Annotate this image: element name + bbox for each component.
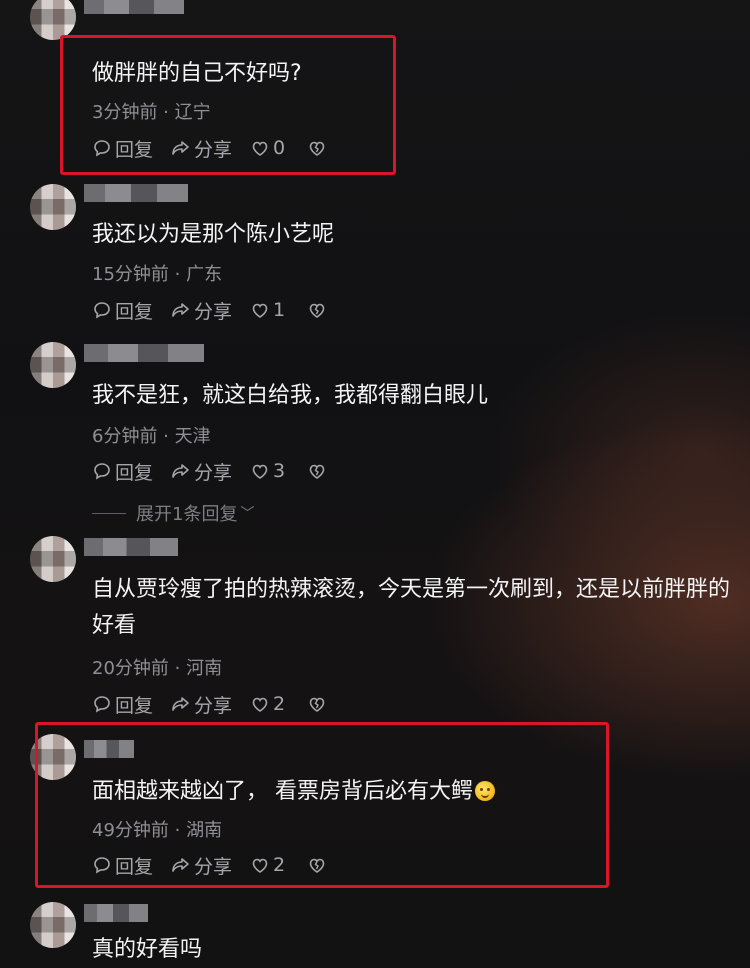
reply-button[interactable]: 回复 [92,691,153,718]
like-button[interactable]: 1 [250,299,285,321]
username-blurred[interactable] [84,538,178,556]
like-count: 2 [273,693,286,715]
like-button[interactable]: 2 [250,854,285,876]
heart-icon [252,464,268,479]
reply-label: 回复 [115,694,154,717]
dislike-button[interactable] [307,461,330,481]
like-button[interactable]: 2 [250,693,285,715]
share-button[interactable]: 分享 [171,458,232,485]
expand-replies-label: 展开1条回复 [136,504,238,525]
comment-bubble-icon [94,857,110,874]
username-blurred[interactable] [84,0,184,14]
username-blurred[interactable] [84,740,134,758]
avatar[interactable] [30,536,76,582]
reply-label: 回复 [115,300,154,323]
comment-text: 自从贾玲瘦了拍的热辣滚烫，今天是第一次刷到，还是以前胖胖的好看 [92,577,731,638]
reply-button[interactable]: 回复 [92,135,153,162]
broken-heart-icon [309,464,325,479]
like-count: 2 [273,854,286,876]
broken-heart-icon [309,858,325,873]
chevron-down-icon: ﹀ [240,506,255,522]
avatar[interactable] [30,734,76,780]
reply-button[interactable]: 回复 [92,458,153,485]
share-button[interactable]: 分享 [171,691,232,718]
like-button[interactable]: 3 [250,460,285,482]
comment-text: 做胖胖的自己不好吗? [92,61,302,86]
share-arrow-icon [172,697,189,711]
share-arrow-icon [172,858,189,872]
dislike-button[interactable] [307,300,330,320]
share-label: 分享 [194,461,233,484]
comment-actions: 回复 分享 0 [92,134,348,162]
dislike-button[interactable] [307,138,330,158]
avatar[interactable] [30,902,76,948]
heart-icon [252,858,268,873]
share-label: 分享 [194,694,233,717]
like-count: 3 [273,460,286,482]
avatar[interactable] [30,0,76,40]
share-label: 分享 [194,138,233,161]
comment-meta: 3分钟前 · 辽宁 [92,102,211,123]
comment-bubble-icon [94,302,110,319]
broken-heart-icon [309,697,325,712]
dislike-button[interactable] [307,694,330,714]
heart-icon [252,303,268,318]
heart-icon [252,141,268,156]
share-arrow-icon [172,141,189,155]
avatar[interactable] [30,184,76,230]
comment-meta: 49分钟前 · 湖南 [92,820,223,841]
comment-feed: 做胖胖的自己不好吗? 3分钟前 · 辽宁 回复 分享 0 我还以为是那个陈小艺呢 [0,0,750,968]
avatar[interactable] [30,342,76,388]
share-arrow-icon [172,464,189,478]
share-label: 分享 [194,300,233,323]
dislike-button[interactable] [307,855,330,875]
comment-bubble-icon [94,696,110,713]
share-button[interactable]: 分享 [171,852,232,879]
share-arrow-icon [172,303,189,317]
comment-text: 真的好看吗 [92,937,203,962]
reply-button[interactable]: 回复 [92,297,153,324]
like-count: 1 [273,299,286,321]
comment-meta: 15分钟前 · 广东 [92,264,223,285]
reply-label: 回复 [115,461,154,484]
reply-button[interactable]: 回复 [92,852,153,879]
comment-meta: 6分钟前 · 天津 [92,426,211,447]
share-button[interactable]: 分享 [171,135,232,162]
broken-heart-icon [309,141,325,156]
reply-label: 回复 [115,138,154,161]
divider-line [92,512,126,514]
comment-text: 我不是狂，就这白给我，我都得翻白眼儿 [92,383,489,408]
heart-icon [252,697,268,712]
share-label: 分享 [194,855,233,878]
broken-heart-icon [309,303,325,318]
expand-replies-button[interactable]: 展开1条回复 ﹀ [92,500,254,526]
comment-actions: 回复 分享 3 [92,457,348,485]
comment-actions: 回复 分享 1 [92,296,348,324]
like-count: 0 [273,137,286,159]
comment-text: 我还以为是那个陈小艺呢 [92,222,335,247]
like-button[interactable]: 0 [250,137,285,159]
comment-bubble-icon [94,140,110,157]
reply-label: 回复 [115,855,154,878]
comment-actions: 回复 分享 2 [92,690,348,718]
username-blurred[interactable] [84,344,204,362]
username-blurred[interactable] [84,904,148,922]
share-button[interactable]: 分享 [171,297,232,324]
comment-actions: 回复 分享 2 [92,851,348,879]
comment-text: 面相越来越凶了， 看票房背后必有大鳄 [92,774,742,810]
username-blurred[interactable] [84,184,188,202]
comment-text-content: 面相越来越凶了， 看票房背后必有大鳄 [92,779,473,804]
smiley-emoji-icon [475,781,495,801]
comment-bubble-icon [94,463,110,480]
comment-meta: 20分钟前 · 河南 [92,658,223,679]
